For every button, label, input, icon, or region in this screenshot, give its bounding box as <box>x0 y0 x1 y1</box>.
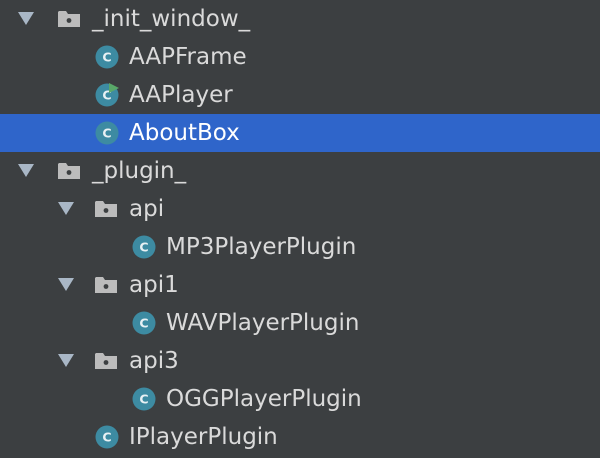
class-icon: C <box>95 425 119 449</box>
tree-row-label: AAPlayer <box>129 82 233 108</box>
tree-row-plugin-package[interactable]: _plugin_ <box>0 152 600 190</box>
tree-row-label: WAVPlayerPlugin <box>166 310 360 336</box>
tree-row-label: _init_window_ <box>92 6 251 32</box>
class-icon: C <box>132 235 156 259</box>
tree-row-mp3playerplugin-class[interactable]: C MP3PlayerPlugin <box>0 228 600 266</box>
tree-row-init-window-package[interactable]: _init_window_ <box>0 0 600 38</box>
tree-row-label: MP3PlayerPlugin <box>166 234 357 260</box>
runnable-class-icon: C <box>95 83 119 107</box>
tree-row-label: AAPFrame <box>129 44 247 70</box>
svg-text:C: C <box>139 239 148 254</box>
tree-row-label: OGGPlayerPlugin <box>166 386 362 412</box>
tree-row-api-package[interactable]: api <box>0 190 600 228</box>
tree-row-label: _plugin_ <box>92 158 187 184</box>
class-icon: C <box>95 121 119 145</box>
package-folder-icon <box>95 277 117 293</box>
class-icon: C <box>132 311 156 335</box>
package-folder-icon <box>58 163 80 179</box>
tree-row-api3-package[interactable]: api3 <box>0 342 600 380</box>
expand-arrow-icon[interactable] <box>18 164 34 177</box>
tree-row-oggplayerplugin-class[interactable]: C OGGPlayerPlugin <box>0 380 600 418</box>
expand-arrow-icon[interactable] <box>18 12 34 25</box>
svg-text:C: C <box>102 49 111 64</box>
tree-row-label: api3 <box>129 348 179 374</box>
tree-row-aaplayer-class[interactable]: C AAPlayer <box>0 76 600 114</box>
tree-row-label: api1 <box>129 272 179 298</box>
tree-row-iplayerplugin-class[interactable]: C IPlayerPlugin <box>0 418 600 456</box>
tree-row-aapframe-class[interactable]: C AAPFrame <box>0 38 600 76</box>
tree-row-label: IPlayerPlugin <box>129 424 278 450</box>
class-icon: C <box>95 45 119 69</box>
svg-text:C: C <box>139 391 148 406</box>
expand-arrow-icon[interactable] <box>58 202 74 215</box>
tree-row-api1-package[interactable]: api1 <box>0 266 600 304</box>
project-tree: _init_window_ C AAPFrame C AAPlayer C Ab… <box>0 0 600 458</box>
package-folder-icon <box>95 353 117 369</box>
tree-row-label: api <box>129 196 165 222</box>
tree-row-label: AboutBox <box>129 120 240 146</box>
package-folder-icon <box>58 11 80 27</box>
svg-text:C: C <box>102 429 111 444</box>
tree-row-wavplayerplugin-class[interactable]: C WAVPlayerPlugin <box>0 304 600 342</box>
class-icon: C <box>132 387 156 411</box>
package-folder-icon <box>95 201 117 217</box>
expand-arrow-icon[interactable] <box>58 354 74 367</box>
expand-arrow-icon[interactable] <box>58 278 74 291</box>
svg-text:C: C <box>102 125 111 140</box>
svg-text:C: C <box>139 315 148 330</box>
tree-row-aboutbox-class[interactable]: C AboutBox <box>0 114 600 152</box>
